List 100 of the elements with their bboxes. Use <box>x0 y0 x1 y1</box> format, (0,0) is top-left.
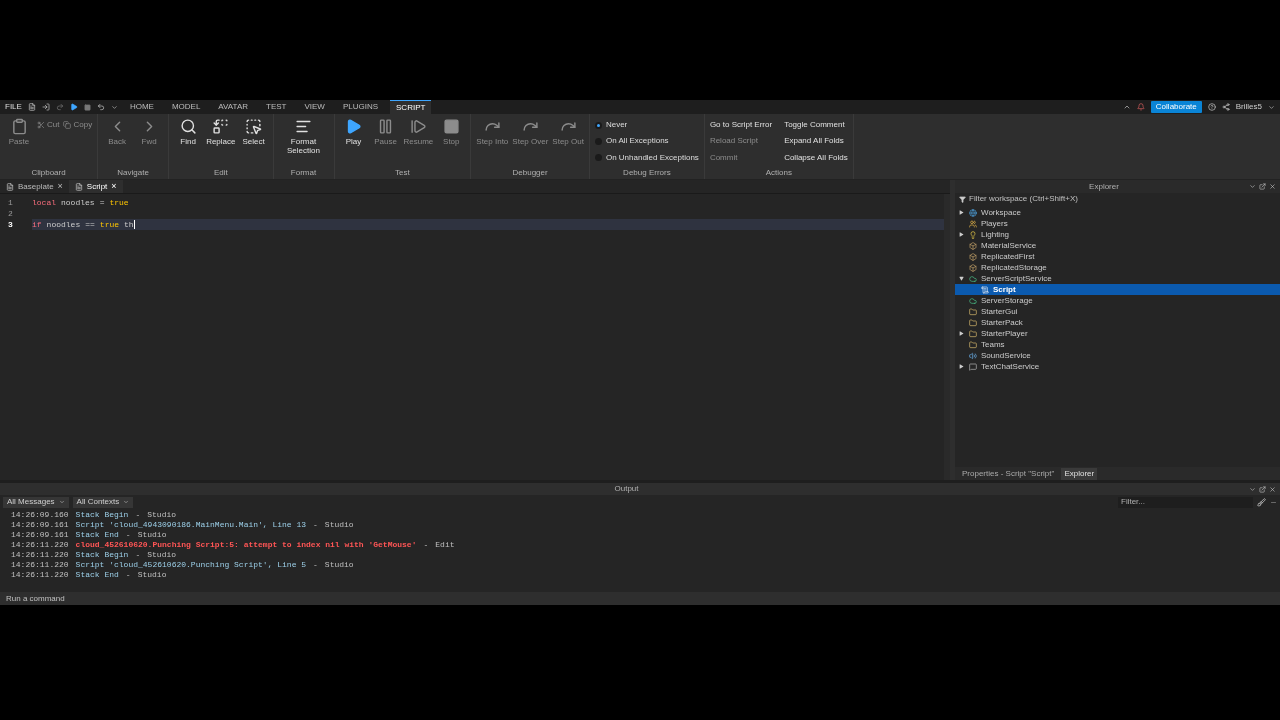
menu-icon[interactable] <box>1249 485 1256 493</box>
item-label: Workspace <box>981 207 1021 218</box>
ribbon-button[interactable]: Format Selection <box>278 118 329 167</box>
folder-icon <box>969 329 977 338</box>
log-source: Studio <box>137 529 167 541</box>
expand-arrow-icon[interactable] <box>959 210 964 215</box>
expand-arrow-icon[interactable] <box>959 276 964 281</box>
action-button[interactable]: Collapse All Folds <box>784 150 848 165</box>
panel-tab[interactable]: Properties - Script "Script" <box>959 467 1058 480</box>
log-message: Stack End <box>75 569 119 581</box>
tree-item[interactable]: Players <box>955 218 1280 229</box>
brush-icon[interactable] <box>1257 497 1266 507</box>
new-file-icon[interactable] <box>27 103 36 111</box>
undock-icon[interactable] <box>1259 485 1266 493</box>
radio-button[interactable] <box>594 121 602 129</box>
notification-icon[interactable] <box>1136 103 1145 111</box>
filter-field[interactable]: Filter workspace (Ctrl+Shift+X) <box>955 193 1280 205</box>
globe-icon <box>969 208 977 217</box>
tree-item[interactable]: ServerScriptService <box>955 273 1280 284</box>
clipboard-icon <box>10 118 28 135</box>
close-icon[interactable] <box>1269 183 1276 190</box>
collapse-icon[interactable] <box>1122 103 1131 111</box>
box-icon <box>969 263 977 272</box>
code-token: noodles <box>61 196 95 209</box>
filter-dropdown[interactable]: All Contexts <box>72 496 134 508</box>
import-icon[interactable] <box>41 103 50 111</box>
caret-icon <box>58 499 65 505</box>
close-tab-button[interactable]: × <box>111 179 117 194</box>
ribbon-tab[interactable]: PLUGINS <box>336 100 385 114</box>
tree-item[interactable]: StarterPack <box>955 317 1280 328</box>
code-token: local <box>32 196 56 209</box>
ribbon-button[interactable]: Play <box>339 118 368 167</box>
stop-icon[interactable] <box>83 103 91 111</box>
panel-title: Output <box>613 483 640 495</box>
file-menu[interactable]: FILE <box>5 101 22 113</box>
tree-item[interactable]: StarterPlayer <box>955 328 1280 339</box>
search-field[interactable]: Filter... <box>1118 496 1253 508</box>
log-message: Script 'cloud_452610620.Punching Script', Line 5 <box>75 559 307 571</box>
ribbon-button[interactable]: Find <box>174 118 203 167</box>
tree-item[interactable]: StarterGui <box>955 306 1280 317</box>
log-source: Studio <box>324 559 354 571</box>
menu-icon[interactable] <box>1249 183 1256 190</box>
play-icon[interactable] <box>69 103 78 111</box>
tree-item[interactable]: Workspace <box>955 207 1280 218</box>
help-icon[interactable] <box>1207 103 1216 111</box>
document-tab[interactable]: Script × <box>68 180 123 193</box>
ribbon-tab[interactable]: HOME <box>123 100 160 114</box>
tree-item[interactable]: ServerStorage <box>955 295 1280 306</box>
lightbulb-icon <box>969 230 977 239</box>
tree-item[interactable]: Script <box>955 284 1280 295</box>
collaborate-button[interactable]: Collaborate <box>1150 101 1202 113</box>
item-label: StarterGui <box>981 306 1018 317</box>
ribbon-button[interactable]: Replace <box>206 118 236 167</box>
group-label: Format <box>289 167 318 179</box>
share-icon[interactable] <box>1221 103 1230 111</box>
tree-item[interactable]: MaterialService <box>955 240 1280 251</box>
filter-icon <box>959 195 966 203</box>
ribbon-button[interactable]: Select <box>239 118 268 167</box>
log-time: 14:26:11.220 <box>11 549 69 561</box>
tree-item[interactable]: Lighting <box>955 229 1280 240</box>
group-label: Edit <box>212 167 229 179</box>
ribbon-tab[interactable]: SCRIPT <box>390 100 432 114</box>
close-icon[interactable] <box>1269 485 1276 493</box>
undock-icon[interactable] <box>1259 183 1266 190</box>
item-label: StarterPack <box>981 317 1023 328</box>
select-icon <box>245 118 262 135</box>
action-button[interactable]: Toggle Comment <box>784 118 848 132</box>
filter-dropdown[interactable]: All Messages <box>3 496 69 508</box>
action-button[interactable]: Go to Script Error <box>709 118 773 132</box>
item-label: Script <box>993 284 1016 295</box>
item-label: ServerStorage <box>981 295 1033 306</box>
item-label: TextChatService <box>981 361 1040 372</box>
tree-item[interactable]: TextChatService <box>955 361 1280 372</box>
dropdown-icon[interactable] <box>110 103 118 111</box>
ribbon-tab[interactable]: MODEL <box>165 100 207 114</box>
undo-icon[interactable] <box>96 103 105 111</box>
document-icon <box>6 182 14 191</box>
radio-label: On Unhandled Exceptions <box>605 151 699 164</box>
action-button[interactable]: Expand All Folds <box>784 134 848 149</box>
close-tab-button[interactable]: × <box>57 179 63 194</box>
expand-arrow-icon[interactable] <box>959 331 964 336</box>
ribbon-tab[interactable]: VIEW <box>298 100 331 114</box>
ribbon-tab[interactable]: TEST <box>260 100 293 114</box>
user-menu[interactable]: Brilles5 <box>1235 101 1262 113</box>
search-icon <box>179 118 197 135</box>
tree-item[interactable]: SoundService <box>955 350 1280 361</box>
tree-item[interactable]: Teams <box>955 339 1280 350</box>
ribbon-tab[interactable]: AVATAR <box>212 100 254 114</box>
expand-arrow-icon[interactable] <box>959 364 964 369</box>
radio-label: On All Exceptions <box>605 135 669 148</box>
expand-arrow-icon[interactable] <box>959 232 964 237</box>
folder-icon <box>969 307 977 316</box>
log-time: 14:26:09.161 <box>11 519 69 531</box>
tree-item[interactable]: ReplicatedStorage <box>955 262 1280 273</box>
document-tab[interactable]: Baseplate × <box>0 180 69 193</box>
code-token: noodles <box>46 218 81 231</box>
panel-tab[interactable]: Explorer <box>1061 467 1098 480</box>
group-label: Test <box>394 167 411 179</box>
group-label: Debugger <box>511 167 549 179</box>
tree-item[interactable]: ReplicatedFirst <box>955 251 1280 262</box>
